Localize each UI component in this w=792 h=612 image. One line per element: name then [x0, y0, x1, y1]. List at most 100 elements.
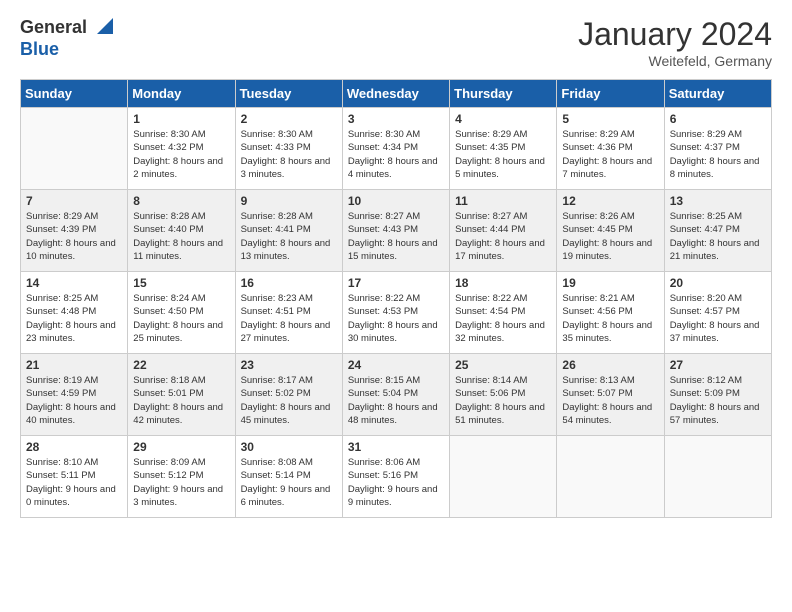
day-info: Sunrise: 8:28 AMSunset: 4:40 PMDaylight:…	[133, 210, 229, 263]
calendar-cell: 3Sunrise: 8:30 AMSunset: 4:34 PMDaylight…	[342, 108, 449, 190]
header: General Blue January 2024 Weitefeld, Ger…	[20, 16, 772, 69]
day-number: 19	[562, 276, 658, 290]
calendar-cell	[450, 436, 557, 518]
day-number: 29	[133, 440, 229, 454]
day-info: Sunrise: 8:14 AMSunset: 5:06 PMDaylight:…	[455, 374, 551, 427]
day-number: 24	[348, 358, 444, 372]
title-block: January 2024 Weitefeld, Germany	[578, 16, 772, 69]
calendar-cell: 31Sunrise: 8:06 AMSunset: 5:16 PMDayligh…	[342, 436, 449, 518]
calendar-week-row: 28 Sunrise: 8:10 AMSunset: 5:11 PMDayligh…	[21, 436, 772, 518]
calendar-cell: 14 Sunrise: 8:25 AMSunset: 4:48 PMDayligh…	[21, 272, 128, 354]
calendar-cell	[557, 436, 664, 518]
day-info: Sunrise: 8:25 AMSunset: 4:47 PMDaylight:…	[670, 210, 766, 263]
day-info: Sunrise: 8:18 AMSunset: 5:01 PMDaylight:…	[133, 374, 229, 427]
day-info: Sunrise: 8:29 AMSunset: 4:39 PMDaylight:…	[26, 210, 122, 263]
day-number: 10	[348, 194, 444, 208]
calendar-cell: 13 Sunrise: 8:25 AMSunset: 4:47 PMDayligh…	[664, 190, 771, 272]
day-info: Sunrise: 8:10 AMSunset: 5:11 PMDaylight:…	[26, 456, 122, 509]
calendar-cell: 22 Sunrise: 8:18 AMSunset: 5:01 PMDayligh…	[128, 354, 235, 436]
calendar-cell: 2 Sunrise: 8:30 AMSunset: 4:33 PMDaylight…	[235, 108, 342, 190]
header-thursday: Thursday	[450, 80, 557, 108]
day-info: Sunrise: 8:29 AMSunset: 4:37 PMDaylight:…	[670, 128, 766, 181]
calendar-cell: 17 Sunrise: 8:22 AMSunset: 4:53 PMDayligh…	[342, 272, 449, 354]
day-number: 11	[455, 194, 551, 208]
header-sunday: Sunday	[21, 80, 128, 108]
calendar-cell: 8 Sunrise: 8:28 AMSunset: 4:40 PMDaylight…	[128, 190, 235, 272]
day-number: 21	[26, 358, 122, 372]
day-number: 30	[241, 440, 337, 454]
day-number: 5	[562, 112, 658, 126]
day-number: 13	[670, 194, 766, 208]
day-info: Sunrise: 8:30 AMSunset: 4:33 PMDaylight:…	[241, 128, 337, 181]
header-saturday: Saturday	[664, 80, 771, 108]
day-info: Sunrise: 8:22 AMSunset: 4:53 PMDaylight:…	[348, 292, 444, 345]
day-number: 26	[562, 358, 658, 372]
subtitle: Weitefeld, Germany	[578, 53, 772, 69]
day-info: Sunrise: 8:25 AMSunset: 4:48 PMDaylight:…	[26, 292, 122, 345]
day-info: Sunrise: 8:27 AMSunset: 4:44 PMDaylight:…	[455, 210, 551, 263]
calendar-cell: 28 Sunrise: 8:10 AMSunset: 5:11 PMDayligh…	[21, 436, 128, 518]
day-number: 12	[562, 194, 658, 208]
day-info: Sunrise: 8:23 AMSunset: 4:51 PMDaylight:…	[241, 292, 337, 345]
logo-triangle-icon	[91, 16, 113, 34]
day-info: Sunrise: 8:17 AMSunset: 5:02 PMDaylight:…	[241, 374, 337, 427]
day-info: Sunrise: 8:27 AMSunset: 4:43 PMDaylight:…	[348, 210, 444, 263]
calendar-cell: 4 Sunrise: 8:29 AMSunset: 4:35 PMDaylight…	[450, 108, 557, 190]
calendar-cell: 18 Sunrise: 8:22 AMSunset: 4:54 PMDayligh…	[450, 272, 557, 354]
logo: General Blue	[20, 16, 113, 60]
day-number: 4	[455, 112, 551, 126]
day-number: 25	[455, 358, 551, 372]
day-number: 2	[241, 112, 337, 126]
day-number: 8	[133, 194, 229, 208]
calendar-week-row: 7 Sunrise: 8:29 AMSunset: 4:39 PMDaylight…	[21, 190, 772, 272]
day-number: 15	[133, 276, 229, 290]
calendar-cell: 6 Sunrise: 8:29 AMSunset: 4:37 PMDaylight…	[664, 108, 771, 190]
day-number: 1	[133, 112, 229, 126]
day-info: Sunrise: 8:30 AMSunset: 4:32 PMDaylight:…	[133, 128, 229, 181]
day-number: 31	[348, 440, 444, 454]
day-number: 23	[241, 358, 337, 372]
page: General Blue January 2024 Weitefeld, Ger…	[0, 0, 792, 612]
day-number: 14	[26, 276, 122, 290]
day-info: Sunrise: 8:29 AMSunset: 4:36 PMDaylight:…	[562, 128, 658, 181]
day-info: Sunrise: 8:20 AMSunset: 4:57 PMDaylight:…	[670, 292, 766, 345]
day-info: Sunrise: 8:15 AMSunset: 5:04 PMDaylight:…	[348, 374, 444, 427]
day-info: Sunrise: 8:24 AMSunset: 4:50 PMDaylight:…	[133, 292, 229, 345]
header-tuesday: Tuesday	[235, 80, 342, 108]
day-number: 9	[241, 194, 337, 208]
calendar-cell: 9 Sunrise: 8:28 AMSunset: 4:41 PMDaylight…	[235, 190, 342, 272]
main-title: January 2024	[578, 16, 772, 53]
calendar-cell: 26Sunrise: 8:13 AMSunset: 5:07 PMDayligh…	[557, 354, 664, 436]
calendar-cell: 20Sunrise: 8:20 AMSunset: 4:57 PMDayligh…	[664, 272, 771, 354]
header-wednesday: Wednesday	[342, 80, 449, 108]
day-info: Sunrise: 8:22 AMSunset: 4:54 PMDaylight:…	[455, 292, 551, 345]
calendar-cell: 12Sunrise: 8:26 AMSunset: 4:45 PMDayligh…	[557, 190, 664, 272]
day-info: Sunrise: 8:09 AMSunset: 5:12 PMDaylight:…	[133, 456, 229, 509]
calendar-cell: 7 Sunrise: 8:29 AMSunset: 4:39 PMDaylight…	[21, 190, 128, 272]
day-info: Sunrise: 8:19 AMSunset: 4:59 PMDaylight:…	[26, 374, 122, 427]
header-monday: Monday	[128, 80, 235, 108]
day-info: Sunrise: 8:28 AMSunset: 4:41 PMDaylight:…	[241, 210, 337, 263]
day-info: Sunrise: 8:30 AMSunset: 4:34 PMDaylight:…	[348, 128, 444, 181]
calendar-week-row: 21 Sunrise: 8:19 AMSunset: 4:59 PMDayligh…	[21, 354, 772, 436]
calendar-cell: 30 Sunrise: 8:08 AMSunset: 5:14 PMDayligh…	[235, 436, 342, 518]
day-info: Sunrise: 8:08 AMSunset: 5:14 PMDaylight:…	[241, 456, 337, 509]
header-friday: Friday	[557, 80, 664, 108]
day-number: 17	[348, 276, 444, 290]
calendar-cell: 11 Sunrise: 8:27 AMSunset: 4:44 PMDayligh…	[450, 190, 557, 272]
calendar-cell: 29 Sunrise: 8:09 AMSunset: 5:12 PMDayligh…	[128, 436, 235, 518]
calendar: SundayMondayTuesdayWednesdayThursdayFrid…	[20, 79, 772, 518]
day-number: 27	[670, 358, 766, 372]
calendar-cell: 1 Sunrise: 8:30 AMSunset: 4:32 PMDaylight…	[128, 108, 235, 190]
day-number: 18	[455, 276, 551, 290]
calendar-cell: 16Sunrise: 8:23 AMSunset: 4:51 PMDayligh…	[235, 272, 342, 354]
day-info: Sunrise: 8:21 AMSunset: 4:56 PMDaylight:…	[562, 292, 658, 345]
day-info: Sunrise: 8:29 AMSunset: 4:35 PMDaylight:…	[455, 128, 551, 181]
day-number: 7	[26, 194, 122, 208]
calendar-week-row: 1 Sunrise: 8:30 AMSunset: 4:32 PMDaylight…	[21, 108, 772, 190]
day-number: 22	[133, 358, 229, 372]
logo-blue-text: Blue	[20, 39, 59, 59]
day-number: 6	[670, 112, 766, 126]
calendar-cell: 5 Sunrise: 8:29 AMSunset: 4:36 PMDaylight…	[557, 108, 664, 190]
day-number: 28	[26, 440, 122, 454]
